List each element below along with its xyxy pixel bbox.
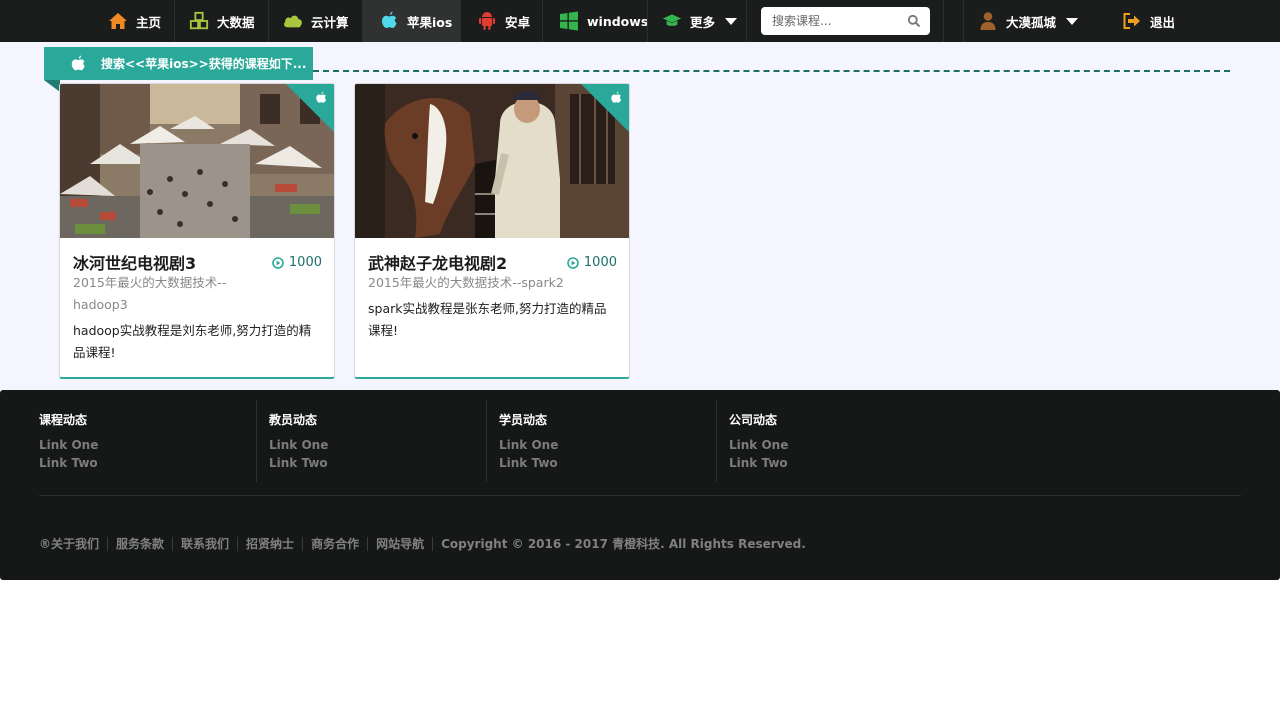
course-title[interactable]: 武神赵子龙电视剧2 bbox=[368, 250, 507, 274]
footer-link-careers[interactable]: 招贤纳士 bbox=[237, 537, 302, 551]
footer-link-terms[interactable]: 服务条款 bbox=[107, 537, 172, 551]
chevron-down-icon bbox=[1066, 17, 1079, 25]
nav-item-android[interactable]: 安卓 bbox=[460, 0, 542, 42]
windows-icon bbox=[559, 11, 579, 31]
apple-icon bbox=[71, 55, 85, 70]
nav-item-label: 主页 bbox=[136, 14, 162, 30]
search-results-section: 搜索<<苹果ios>>获得的课程如下... 冰河世纪电视剧3 1000 2015… bbox=[0, 42, 1280, 390]
footer-column-courses: 课程动态 Link One Link Two bbox=[27, 400, 257, 482]
footer-divider bbox=[39, 495, 1241, 496]
nav-item-cloud[interactable]: 云计算 bbox=[268, 0, 362, 42]
android-icon bbox=[477, 11, 497, 31]
home-icon bbox=[108, 11, 128, 31]
footer-link-business[interactable]: 商务合作 bbox=[302, 537, 367, 551]
search-input[interactable] bbox=[772, 8, 912, 34]
results-banner: 搜索<<苹果ios>>获得的课程如下... bbox=[44, 47, 313, 80]
play-count-value: 1000 bbox=[288, 255, 322, 270]
nav-item-more-dropdown[interactable]: 更多 bbox=[647, 0, 747, 42]
nav-item-label: 大数据 bbox=[217, 14, 255, 30]
footer-link[interactable]: Link One bbox=[499, 438, 558, 452]
play-count-value: 1000 bbox=[583, 255, 617, 270]
graduation-cap-icon bbox=[662, 11, 682, 31]
footer-column-title: 教员动态 bbox=[269, 413, 318, 427]
footer-column-title: 学员动态 bbox=[499, 413, 548, 427]
footer-link[interactable]: Link Two bbox=[39, 456, 98, 470]
course-title[interactable]: 冰河世纪电视剧3 bbox=[73, 250, 196, 274]
course-subtitle: 2015年最火的大数据技术--hadoop3 bbox=[73, 275, 227, 312]
play-circle-icon bbox=[567, 256, 579, 269]
logout-label: 退出 bbox=[1150, 14, 1176, 30]
footer-link-sitemap[interactable]: 网站导航 bbox=[367, 537, 432, 551]
nav-item-windows[interactable]: windows bbox=[542, 0, 649, 42]
nav-item-label: 更多 bbox=[690, 14, 716, 30]
nav-divider bbox=[943, 0, 944, 42]
nav-item-bigdata[interactable]: 大数据 bbox=[174, 0, 268, 42]
apple-icon bbox=[316, 91, 327, 103]
search-box bbox=[761, 7, 930, 35]
play-count: 1000 bbox=[272, 255, 322, 270]
ribbon-fold bbox=[44, 80, 60, 92]
play-count: 1000 bbox=[567, 255, 617, 270]
copyright-text: Copyright © 2016 - 2017 青橙科技. All Rights… bbox=[432, 537, 814, 551]
footer-link[interactable]: Link Two bbox=[269, 456, 328, 470]
footer-link[interactable]: Link One bbox=[269, 438, 328, 452]
top-navbar: 主页 大数据 云计算 苹果ios 安卓 windows 更多 搜索课程... 大… bbox=[0, 0, 1280, 42]
logout-button[interactable]: 退出 bbox=[1104, 0, 1214, 42]
footer-link-contact[interactable]: 联系我们 bbox=[172, 537, 237, 551]
footer-link[interactable]: Link Two bbox=[729, 456, 788, 470]
chevron-down-icon bbox=[725, 17, 738, 25]
course-description: spark实战教程是张东老师,努力打造的精品课程! bbox=[368, 301, 607, 338]
footer: 课程动态 Link One Link Two 教员动态 Link One Lin… bbox=[0, 390, 1280, 580]
footer-bottom-links: ®关于我们 服务条款 联系我们 招贤纳士 商务合作 网站导航 Copyright… bbox=[39, 537, 814, 551]
nav-item-label: 安卓 bbox=[505, 14, 531, 30]
footer-column-title: 公司动态 bbox=[729, 413, 778, 427]
sign-out-icon bbox=[1122, 11, 1142, 31]
cloud-icon bbox=[283, 11, 303, 31]
course-description: hadoop实战教程是刘东老师,努力打造的精品课程! bbox=[73, 323, 312, 360]
footer-column-title: 课程动态 bbox=[39, 413, 88, 427]
footer-column-teachers: 教员动态 Link One Link Two bbox=[256, 400, 486, 482]
nav-item-label: windows bbox=[587, 13, 649, 29]
apple-icon bbox=[379, 11, 399, 31]
user-name: 大漠孤城 bbox=[1006, 14, 1057, 30]
footer-column-students: 学员动态 Link One Link Two bbox=[486, 400, 716, 482]
course-card[interactable]: 冰河世纪电视剧3 1000 2015年最火的大数据技术--hadoop3 had… bbox=[59, 83, 335, 379]
results-banner-text: 搜索<<苹果ios>>获得的课程如下... bbox=[101, 57, 307, 71]
search-icon[interactable] bbox=[907, 14, 921, 28]
nav-item-ios[interactable]: 苹果ios bbox=[362, 0, 460, 42]
footer-link[interactable]: Link Two bbox=[499, 456, 558, 470]
footer-column-company: 公司动态 Link One Link Two bbox=[716, 400, 946, 482]
nav-item-home[interactable]: 主页 bbox=[94, 0, 174, 42]
play-circle-icon bbox=[272, 256, 284, 269]
footer-link[interactable]: Link One bbox=[39, 438, 98, 452]
footer-link-about[interactable]: ®关于我们 bbox=[39, 537, 107, 551]
course-subtitle: 2015年最火的大数据技术--spark2 bbox=[368, 275, 564, 290]
nav-item-label: 云计算 bbox=[311, 14, 349, 30]
footer-link[interactable]: Link One bbox=[729, 438, 788, 452]
user-menu-dropdown[interactable]: 大漠孤城 bbox=[964, 0, 1104, 42]
course-card[interactable]: 武神赵子龙电视剧2 1000 2015年最火的大数据技术--spark2 spa… bbox=[354, 83, 630, 379]
apple-icon bbox=[611, 91, 622, 103]
cubes-icon bbox=[189, 11, 209, 31]
dashed-divider bbox=[313, 70, 1230, 72]
nav-item-label: 苹果ios bbox=[407, 14, 453, 30]
user-icon bbox=[978, 11, 998, 31]
